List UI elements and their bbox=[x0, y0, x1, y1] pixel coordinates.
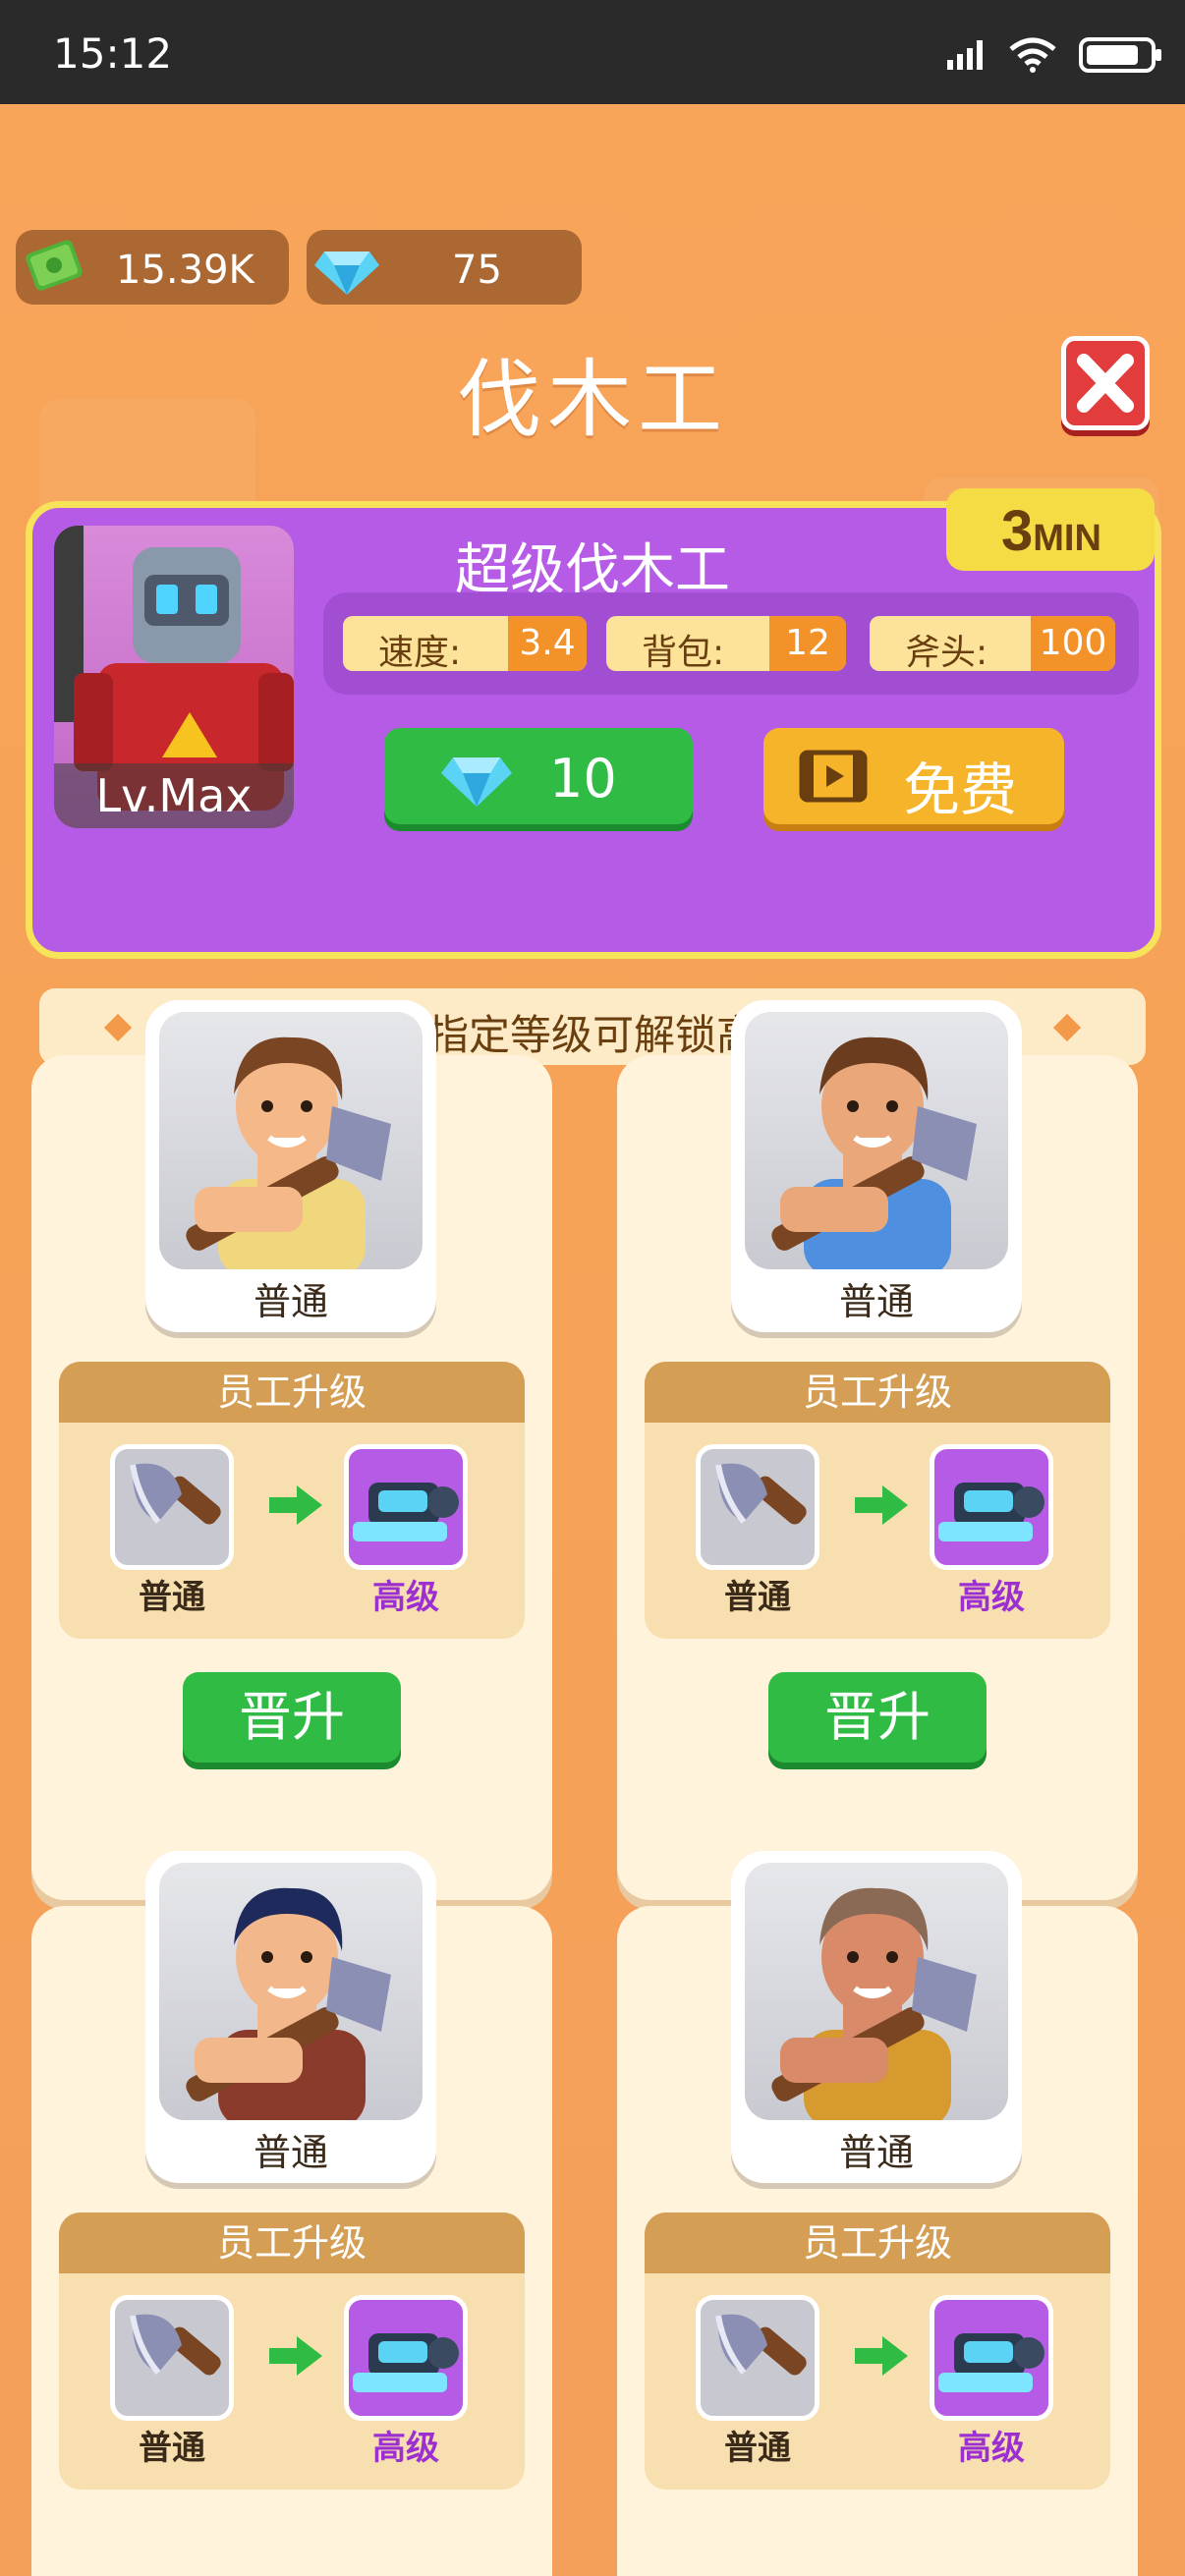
saw-machine-icon bbox=[353, 1483, 459, 1541]
advanced-saw-item bbox=[930, 2295, 1053, 2421]
promote-button[interactable]: 晋升 bbox=[768, 1672, 987, 1763]
wifi-icon bbox=[1009, 37, 1056, 73]
employee-card: 普通 员工升级 普通 高级 晋升 bbox=[31, 1000, 552, 1900]
to-label: 高级 bbox=[958, 2429, 1025, 2468]
saw-machine-icon bbox=[353, 2333, 459, 2392]
gem-counter: 75 bbox=[307, 230, 582, 305]
upgrade-title: 员工升级 bbox=[59, 1362, 525, 1423]
upgrade-title: 员工升级 bbox=[59, 2212, 525, 2273]
arrow-right-icon bbox=[855, 1485, 908, 1525]
employee-upgrade-panel: 员工升级普通 高级 bbox=[645, 1362, 1110, 1639]
employee-grade: 普通 bbox=[838, 2131, 914, 2174]
employee-portrait bbox=[745, 1012, 1008, 1269]
stat-value: 12 bbox=[769, 616, 846, 671]
buy-with-gems-button[interactable]: 10 bbox=[384, 728, 693, 824]
duration-number: 3 bbox=[1001, 499, 1034, 563]
duration-unit: MIN bbox=[1033, 518, 1101, 559]
employee-grade: 普通 bbox=[838, 1280, 914, 1323]
stat-label: 速度: bbox=[378, 633, 462, 673]
advanced-saw-item bbox=[930, 1444, 1053, 1570]
cash-icon bbox=[26, 240, 83, 291]
from-label: 普通 bbox=[139, 1578, 205, 1617]
arrow-right-icon bbox=[855, 2336, 908, 2376]
axe-icon bbox=[130, 1463, 221, 1525]
axe-icon bbox=[130, 2314, 221, 2376]
cash-value: 15.39K bbox=[116, 248, 254, 293]
promote-button[interactable]: 晋升 bbox=[183, 1672, 401, 1763]
employee-portrait-frame: 普通 bbox=[145, 1000, 436, 1332]
from-label: 普通 bbox=[139, 2429, 205, 2468]
saw-machine-icon bbox=[938, 2333, 1044, 2392]
duration-badge: 3MIN bbox=[946, 488, 1155, 571]
status-time: 15:12 bbox=[53, 29, 173, 78]
axe-icon bbox=[715, 1463, 807, 1525]
employee-upgrade-panel: 员工升级普通 高级 bbox=[59, 1362, 525, 1639]
free-label: 免费 bbox=[903, 756, 1018, 823]
diamond-icon bbox=[441, 757, 512, 807]
lumberjack-icon bbox=[186, 1036, 391, 1269]
stat-label: 背包: bbox=[642, 633, 725, 673]
employee-portrait bbox=[745, 1863, 1008, 2120]
to-label: 高级 bbox=[372, 2429, 439, 2468]
employee-card: 普通 员工升级 普通 高级 晋升 bbox=[617, 1000, 1138, 1900]
stat-value: 100 bbox=[1031, 616, 1115, 671]
upgrade-title: 员工升级 bbox=[645, 1362, 1110, 1423]
close-button[interactable] bbox=[1061, 336, 1150, 430]
employee-portrait bbox=[159, 1012, 423, 1269]
employee-grade: 普通 bbox=[253, 1280, 328, 1323]
advanced-saw-item bbox=[344, 2295, 468, 2421]
employee-portrait-frame: 普通 bbox=[145, 1851, 436, 2183]
axe-icon bbox=[715, 2314, 807, 2376]
employee-card: 普通 员工升级 普通 高级 bbox=[31, 1851, 552, 2576]
gem-cost: 10 bbox=[549, 748, 617, 810]
page-title: 伐木工 bbox=[457, 351, 728, 449]
game-screen: 15.39K 75 伐木工 Lv.Max 超级伐木工 3MIN 速度: 3.4 … bbox=[0, 104, 1185, 2576]
from-label: 普通 bbox=[724, 1578, 791, 1617]
advanced-saw-item bbox=[344, 1444, 468, 1570]
employee-portrait-frame: 普通 bbox=[731, 1851, 1022, 2183]
stat-axe: 斧头: 100 bbox=[870, 616, 1115, 673]
hero-level: Lv.Max bbox=[54, 763, 294, 828]
normal-axe-item bbox=[110, 2295, 234, 2421]
hero-stats: 速度: 3.4 背包: 12 斧头: 100 bbox=[323, 592, 1139, 695]
cash-counter: 15.39K bbox=[16, 230, 289, 305]
lumberjack-icon bbox=[186, 1887, 391, 2120]
lumberjack-icon bbox=[771, 1036, 977, 1269]
employee-upgrade-panel: 员工升级普通 高级 bbox=[59, 2212, 525, 2490]
arrow-right-icon bbox=[269, 2336, 322, 2376]
normal-axe-item bbox=[696, 1444, 819, 1570]
employee-grade: 普通 bbox=[253, 2131, 328, 2174]
free-video-button[interactable]: 免费 bbox=[763, 728, 1064, 824]
to-label: 高级 bbox=[958, 1578, 1025, 1617]
stat-value: 3.4 bbox=[508, 616, 587, 671]
normal-axe-item bbox=[110, 1444, 234, 1570]
employee-card: 普通 员工升级 普通 高级 bbox=[617, 1851, 1138, 2576]
saw-machine-icon bbox=[938, 1483, 1044, 1541]
video-icon bbox=[799, 750, 868, 803]
employee-portrait-frame: 普通 bbox=[731, 1000, 1022, 1332]
stat-speed: 速度: 3.4 bbox=[343, 616, 587, 673]
super-lumberjack-card: Lv.Max 超级伐木工 3MIN 速度: 3.4 背包: 12 斧头: 100… bbox=[26, 488, 1161, 959]
from-label: 普通 bbox=[724, 2429, 791, 2468]
arrow-right-icon bbox=[269, 1485, 322, 1525]
normal-axe-item bbox=[696, 2295, 819, 2421]
stat-backpack: 背包: 12 bbox=[606, 616, 846, 673]
employee-portrait bbox=[159, 1863, 423, 2120]
diamond-icon bbox=[314, 252, 379, 295]
upgrade-title: 员工升级 bbox=[645, 2212, 1110, 2273]
employee-upgrade-panel: 员工升级普通 高级 bbox=[645, 2212, 1110, 2490]
to-label: 高级 bbox=[372, 1578, 439, 1617]
gem-value: 75 bbox=[452, 248, 502, 293]
close-icon bbox=[1077, 354, 1134, 413]
robot-portrait: Lv.Max bbox=[54, 526, 294, 828]
stat-label: 斧头: bbox=[905, 633, 988, 673]
lumberjack-icon bbox=[771, 1887, 977, 2120]
battery-icon bbox=[1079, 37, 1161, 73]
status-bar: 15:12 bbox=[0, 0, 1185, 104]
signal-icon bbox=[947, 40, 983, 70]
